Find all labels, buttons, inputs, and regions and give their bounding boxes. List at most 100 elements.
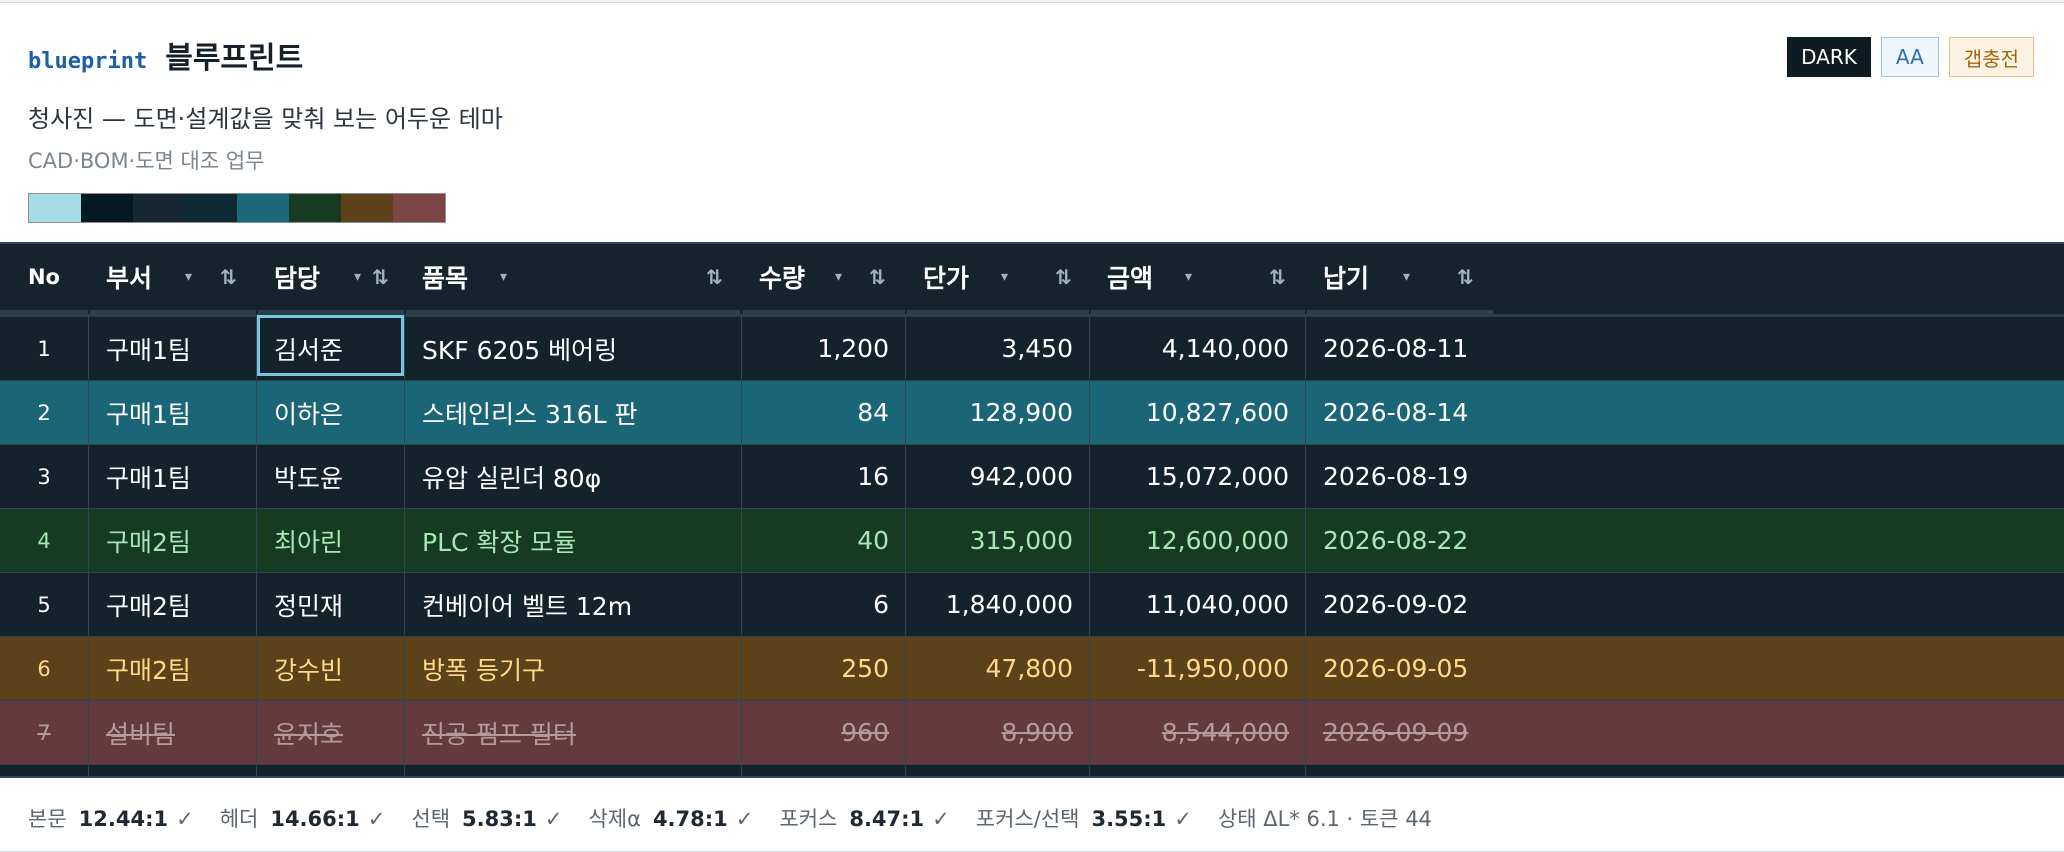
filter-caret-icon[interactable]: ▾ <box>354 269 361 285</box>
cell-price[interactable]: 315,000 <box>907 509 1089 572</box>
cell-amount[interactable]: -11,950,000 <box>1091 637 1305 700</box>
cell-price[interactable]: 128,900 <box>907 381 1089 444</box>
col-header-item[interactable]: 품목 ▾ ⇅ <box>406 244 740 314</box>
table-row[interactable]: 7 설비팀 윤지호 진공 펌프 필터 960 8,900 8,544,000 2026-09-… <box>0 701 2064 765</box>
cell-no-text: 1 <box>37 336 51 361</box>
sort-icon[interactable]: ⇅ <box>1055 265 1072 289</box>
cell-dept[interactable]: 구매1팀 <box>90 381 256 444</box>
col-header-owner[interactable]: 담당 ▾ ⇅ <box>258 244 404 314</box>
cell-due-text: 2026-09-05 <box>1323 654 1469 683</box>
sort-icon[interactable]: ⇅ <box>1269 265 1286 289</box>
table-row[interactable]: 5 구매2팀 정민재 컨베이어 벨트 12m 6 1,840,000 11,040,000 2… <box>0 573 2064 637</box>
col-header-amount[interactable]: 금액 ▾ ⇅ <box>1091 244 1305 314</box>
cell-qty[interactable]: 16 <box>743 445 905 508</box>
cell-amount[interactable]: 12,600,000 <box>1091 509 1305 572</box>
cell-due[interactable]: 2026-08-14 <box>1307 381 1527 444</box>
table-row[interactable]: 2 구매1팀 이하은 스테인리스 316L 판 84 128,900 10,827,600 2… <box>0 381 2064 445</box>
sort-icon[interactable]: ⇅ <box>1457 265 1474 289</box>
filter-caret-icon[interactable]: ▾ <box>1403 269 1410 285</box>
cell-item[interactable]: 스테인리스 316L 판 <box>406 381 741 444</box>
cell-price-text: 942,000 <box>969 462 1073 491</box>
cell-dept[interactable]: 구매1팀 <box>90 445 256 508</box>
cell-item[interactable]: 방폭 등기구 <box>406 637 741 700</box>
cell-due[interactable]: 2026-09-05 <box>1307 637 1527 700</box>
cell-dept[interactable]: 설비팀 <box>90 701 256 764</box>
column-divider <box>256 314 257 776</box>
col-header-due[interactable]: 납기 ▾ ⇅ <box>1307 244 1493 314</box>
cell-owner[interactable]: 이하은 <box>258 381 404 444</box>
cell-price[interactable]: 47,800 <box>907 637 1089 700</box>
cell-owner[interactable]: 박도윤 <box>258 445 404 508</box>
cell-amount[interactable]: 15,072,000 <box>1091 445 1305 508</box>
cell-qty[interactable]: 84 <box>743 381 905 444</box>
cell-price[interactable]: 942,000 <box>907 445 1089 508</box>
metric-value: 14.66:1 <box>270 807 360 831</box>
sort-icon[interactable]: ⇅ <box>869 265 886 289</box>
cell-due[interactable]: 2026-08-11 <box>1307 317 1527 380</box>
cell-no[interactable]: 6 <box>0 637 88 700</box>
sort-icon[interactable]: ⇅ <box>706 265 723 289</box>
filter-caret-icon[interactable]: ▾ <box>500 269 507 285</box>
check-icon: ✓ <box>735 807 754 831</box>
cell-price[interactable]: 8,900 <box>907 701 1089 764</box>
cell-qty[interactable]: 960 <box>743 701 905 764</box>
cell-item-text: 컨베이어 벨트 12m <box>422 591 633 621</box>
table-row[interactable]: 3 구매1팀 박도윤 유압 실린더 80φ 16 942,000 15,072,000 202… <box>0 445 2064 509</box>
cell-item[interactable]: SKF 6205 베어링 <box>406 317 741 380</box>
cell-item[interactable]: 유압 실린더 80φ <box>406 445 741 508</box>
cell-due[interactable]: 2026-08-22 <box>1307 509 1527 572</box>
cell-amount[interactable]: 11,040,000 <box>1091 573 1305 636</box>
table-row[interactable]: 4 구매2팀 최아린 PLC 확장 모듈 40 315,000 12,600,000 2026… <box>0 509 2064 573</box>
col-header-no[interactable]: No <box>0 244 88 314</box>
cell-amount-text: 10,827,600 <box>1145 398 1289 427</box>
cell-owner[interactable]: 정민재 <box>258 573 404 636</box>
cell-no[interactable]: 4 <box>0 509 88 572</box>
col-header-item-label: 품목 <box>422 264 469 293</box>
theme-id: blueprint <box>28 49 148 74</box>
metric-value: 8.47:1 <box>849 807 925 831</box>
cell-amount[interactable]: 8,544,000 <box>1091 701 1305 764</box>
cell-price[interactable]: 3,450 <box>907 317 1089 380</box>
col-header-dept[interactable]: 부서 ▾ ⇅ <box>90 244 256 314</box>
col-header-price[interactable]: 단가 ▾ ⇅ <box>907 244 1089 314</box>
cell-item[interactable]: 진공 펌프 필터 <box>406 701 741 764</box>
cell-no[interactable]: 1 <box>0 317 88 380</box>
cell-no[interactable]: 5 <box>0 573 88 636</box>
cell-dept[interactable]: 구매2팀 <box>90 637 256 700</box>
cell-owner[interactable]: 윤지호 <box>258 701 404 764</box>
cell-item[interactable]: PLC 확장 모듈 <box>406 509 741 572</box>
cell-no-text: 7 <box>37 720 51 745</box>
sort-icon[interactable]: ⇅ <box>220 265 237 289</box>
cell-price[interactable]: 1,840,000 <box>907 573 1089 636</box>
cell-price-text: 315,000 <box>969 526 1073 555</box>
check-icon: ✓ <box>367 807 386 831</box>
color-swatch <box>81 194 133 222</box>
filter-caret-icon[interactable]: ▾ <box>835 269 842 285</box>
cell-no[interactable]: 2 <box>0 381 88 444</box>
cell-qty[interactable]: 40 <box>743 509 905 572</box>
cell-dept[interactable]: 구매2팀 <box>90 573 256 636</box>
table-row[interactable]: 6 구매2팀 강수빈 방폭 등기구 250 47,800 -11,950,000 2026-0… <box>0 637 2064 701</box>
filter-caret-icon[interactable]: ▾ <box>185 269 192 285</box>
cell-owner[interactable]: 강수빈 <box>258 637 404 700</box>
cell-item[interactable]: 컨베이어 벨트 12m <box>406 573 741 636</box>
cell-no[interactable]: 3 <box>0 445 88 508</box>
cell-qty[interactable]: 250 <box>743 637 905 700</box>
cell-due-text: 2026-08-19 <box>1323 462 1469 491</box>
cell-due[interactable]: 2026-08-19 <box>1307 445 1527 508</box>
cell-due[interactable]: 2026-09-02 <box>1307 573 1527 636</box>
cell-dept-text: 구매1팀 <box>106 335 191 365</box>
cell-amount[interactable]: 4,140,000 <box>1091 317 1305 380</box>
col-header-qty[interactable]: 수량 ▾ ⇅ <box>743 244 905 314</box>
cell-amount[interactable]: 10,827,600 <box>1091 381 1305 444</box>
cell-owner[interactable]: 최아린 <box>258 509 404 572</box>
cell-due[interactable]: 2026-09-09 <box>1307 701 1527 764</box>
cell-no[interactable]: 7 <box>0 701 88 764</box>
filter-caret-icon[interactable]: ▾ <box>1185 269 1192 285</box>
cell-dept[interactable]: 구매2팀 <box>90 509 256 572</box>
sort-icon[interactable]: ⇅ <box>372 265 389 289</box>
filter-caret-icon[interactable]: ▾ <box>1001 269 1008 285</box>
cell-qty[interactable]: 1,200 <box>743 317 905 380</box>
cell-qty[interactable]: 6 <box>743 573 905 636</box>
cell-dept[interactable]: 구매1팀 <box>90 317 256 380</box>
